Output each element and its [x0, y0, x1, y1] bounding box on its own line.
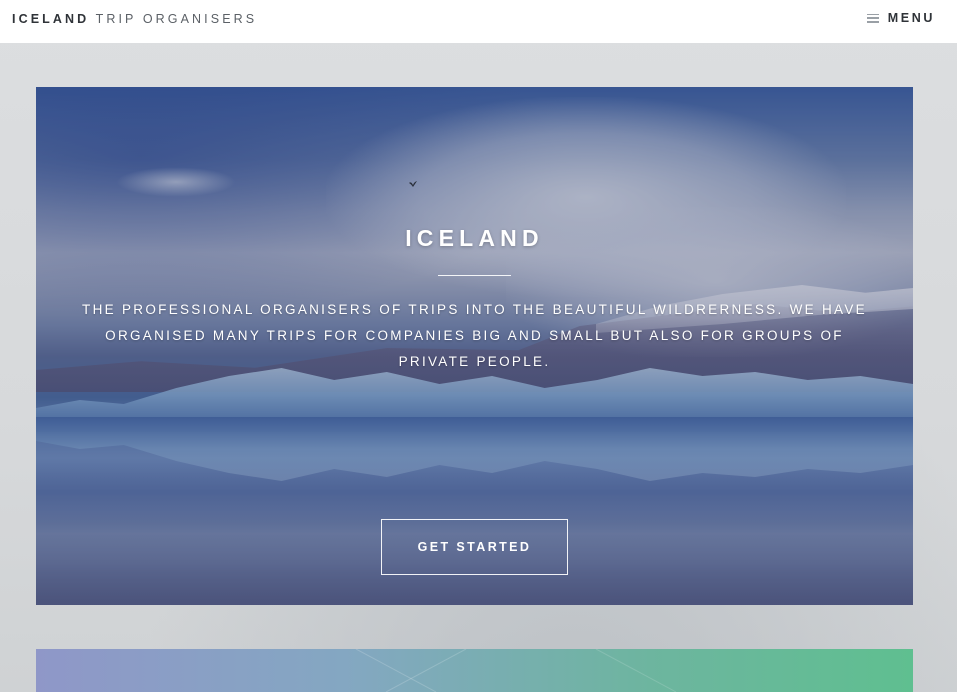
hamburger-icon: [866, 13, 879, 23]
bird-icon: [409, 181, 417, 187]
teaser-pattern: [355, 649, 677, 692]
hero-title: ICELAND: [405, 225, 544, 251]
menu-label: MENU: [887, 11, 935, 25]
brand-tagline: TRIP ORGANISERS: [95, 12, 258, 26]
menu-button[interactable]: MENU: [866, 11, 935, 25]
next-section-teaser: [36, 649, 913, 692]
get-started-button[interactable]: GET STARTED: [381, 519, 568, 575]
hero-divider: [438, 275, 511, 276]
hero-banner: ICELAND THE PROFESSIONAL ORGANISERS OF T…: [36, 87, 913, 605]
brand-name: ICELAND: [12, 12, 90, 26]
hero-description: THE PROFESSIONAL ORGANISERS OF TRIPS INT…: [82, 302, 867, 369]
brand-logo-link[interactable]: ICELAND TRIP ORGANISERS: [12, 12, 257, 26]
top-navbar: ICELAND TRIP ORGANISERS MENU: [0, 0, 957, 43]
